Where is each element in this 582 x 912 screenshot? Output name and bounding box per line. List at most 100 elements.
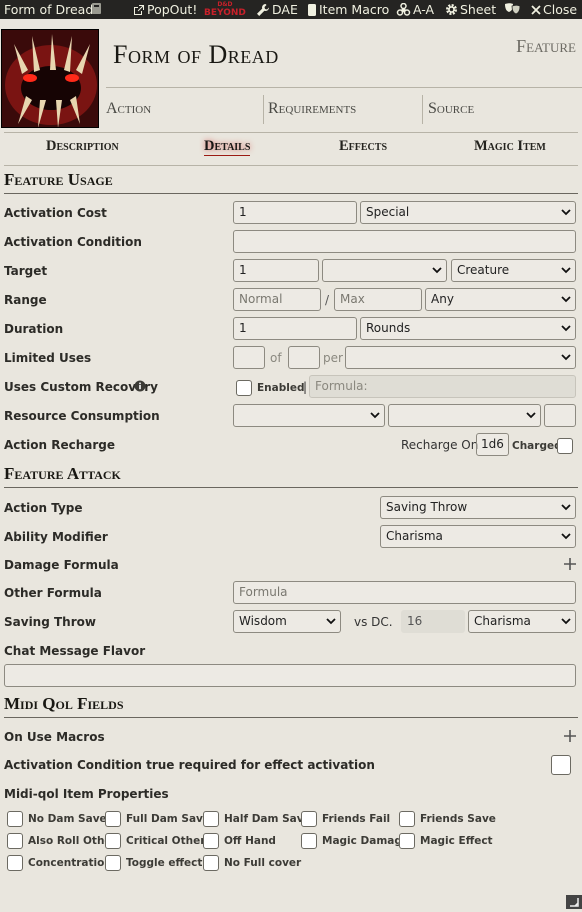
dread-maw-image [2,30,98,127]
prop-concentration-checkbox[interactable] [7,855,23,871]
prop-magic-damage-checkbox[interactable] [301,833,317,849]
limited-uses-period-select[interactable] [345,346,576,369]
other-formula-input[interactable]: Formula [233,581,576,604]
save-scaling-select[interactable]: Charisma [468,610,576,633]
popout-label: PopOut! [147,2,198,17]
dae-button[interactable]: DAE [256,2,298,17]
item-name[interactable]: Form of Dread [113,40,279,70]
item-portrait[interactable] [1,29,99,128]
range-normal-input[interactable]: Normal [233,288,321,311]
aa-button[interactable]: A-A [396,2,434,17]
chat-flavor-label: Chat Message Flavor [4,644,146,658]
popout-button[interactable]: PopOut! [133,2,197,17]
info-icon[interactable] [134,380,146,392]
chevron-down-icon [326,618,336,625]
prop-toggle-effect-label: Toggle effect [126,857,203,869]
limited-uses-value-input[interactable] [233,346,265,369]
formula-label: Formula: [315,379,368,393]
chat-flavor-input[interactable] [4,664,576,687]
activation-cost-label: Activation Cost [4,206,107,220]
masks-icon [505,3,521,15]
effect-condition-checkbox[interactable] [551,755,571,775]
prop-critical-other-label: Critical Other [126,835,206,847]
range-max-input[interactable]: Max [334,288,422,311]
section-divider [4,717,578,718]
tab-magic-item[interactable]: Magic Item [474,138,546,155]
consume-type-select[interactable] [233,404,385,427]
prop-off-hand-checkbox[interactable] [203,833,219,849]
chevron-down-icon [370,412,380,419]
prop-off-hand-label: Off Hand [224,835,276,847]
close-button[interactable]: Close [531,2,577,17]
limited-uses-max-input[interactable] [288,346,320,369]
chevron-down-icon [561,267,571,274]
prop-no-dam-save-checkbox[interactable] [7,811,23,827]
prop-friends-save-checkbox[interactable] [399,811,415,827]
save-ability-select[interactable]: Wisdom [233,610,341,633]
range-units-select[interactable]: Any [425,288,576,311]
prop-also-roll-other-label: Also Roll Other [28,835,117,847]
aa-label: A-A [413,2,435,17]
summary-divider [422,95,423,124]
recharge-charged-checkbox[interactable] [557,438,573,454]
activation-condition-label: Activation Condition [4,235,142,249]
duration-units-select[interactable]: Rounds [360,317,576,340]
dndbeyond-button[interactable]: D&D BEYOND [204,1,246,18]
prop-also-roll-other-checkbox[interactable] [7,833,23,849]
tabs-bottom-border [4,165,578,166]
sheet-button[interactable]: Sheet [445,2,496,17]
window-titlebar[interactable]: Form of Dread PopOut! D&D BEYOND DAE Ite… [0,0,582,19]
prop-full-dam-save-checkbox[interactable] [105,811,121,827]
custom-recovery-checkbox[interactable] [236,380,252,396]
prop-toggle-effect-checkbox[interactable] [105,855,121,871]
sheet-label: Sheet [460,2,497,17]
tab-description[interactable]: Description [46,138,119,155]
consume-target-select[interactable] [388,404,541,427]
prop-magic-effect-label: Magic Effect [420,835,493,847]
custom-recovery-enabled-label: Enabled [257,382,305,394]
duration-units-value: Rounds [366,321,411,335]
action-type-select[interactable]: Saving Throw [380,496,576,519]
add-macro-icon[interactable] [564,730,576,742]
prop-half-dam-save-label: Half Dam Save [224,813,311,825]
limited-uses-per-text: per [323,351,343,365]
damage-formula-label: Damage Formula [4,558,119,572]
prop-magic-effect-checkbox[interactable] [399,833,415,849]
tab-details[interactable]: Details [204,138,251,156]
duration-value-input[interactable]: 1 [233,317,357,340]
prop-no-full-cover-checkbox[interactable] [203,855,219,871]
prop-friends-fail-checkbox[interactable] [301,811,317,827]
item-macro-button[interactable]: Item Macro [307,2,389,17]
section-feature-attack: Feature Attack [4,464,121,483]
window-resize-handle[interactable] [566,895,582,909]
tab-effects[interactable]: Effects [339,138,387,155]
masks-button[interactable] [504,2,521,15]
custom-recovery-formula-field[interactable]: Formula: [309,375,576,398]
activation-cost-input[interactable]: 1 [233,201,357,224]
ability-modifier-select[interactable]: Charisma [380,525,576,548]
action-recharge-label: Action Recharge [4,438,115,452]
range-units-value: Any [431,292,454,306]
add-damage-icon[interactable] [564,558,576,570]
activation-type-value: Special [366,205,410,219]
prop-magic-damage-label: Magic Damage [322,835,409,847]
target-value-input[interactable]: 1 [233,259,319,282]
activation-condition-input[interactable] [233,230,576,253]
prop-critical-other-checkbox[interactable] [105,833,121,849]
recharge-on-label: Recharge On [401,438,479,452]
activation-type-select[interactable]: Special [360,201,576,224]
external-link-icon [134,4,144,15]
chevron-down-icon [561,296,571,303]
limited-uses-of-text: of [270,351,282,365]
chevron-down-icon [561,209,571,216]
target-type-select[interactable]: Creature [451,259,576,282]
consume-amount-input[interactable] [544,404,576,427]
save-scaling-value: Charisma [474,614,531,628]
recharge-value-input[interactable]: 1d6 [476,433,509,456]
prop-no-full-cover-label: No Full cover [224,857,302,869]
target-type-value: Creature [457,263,510,277]
summary-source: Source [428,100,475,117]
target-units-select[interactable] [322,259,447,282]
effect-condition-label: Activation Condition true required for e… [4,758,375,772]
prop-half-dam-save-checkbox[interactable] [203,811,219,827]
